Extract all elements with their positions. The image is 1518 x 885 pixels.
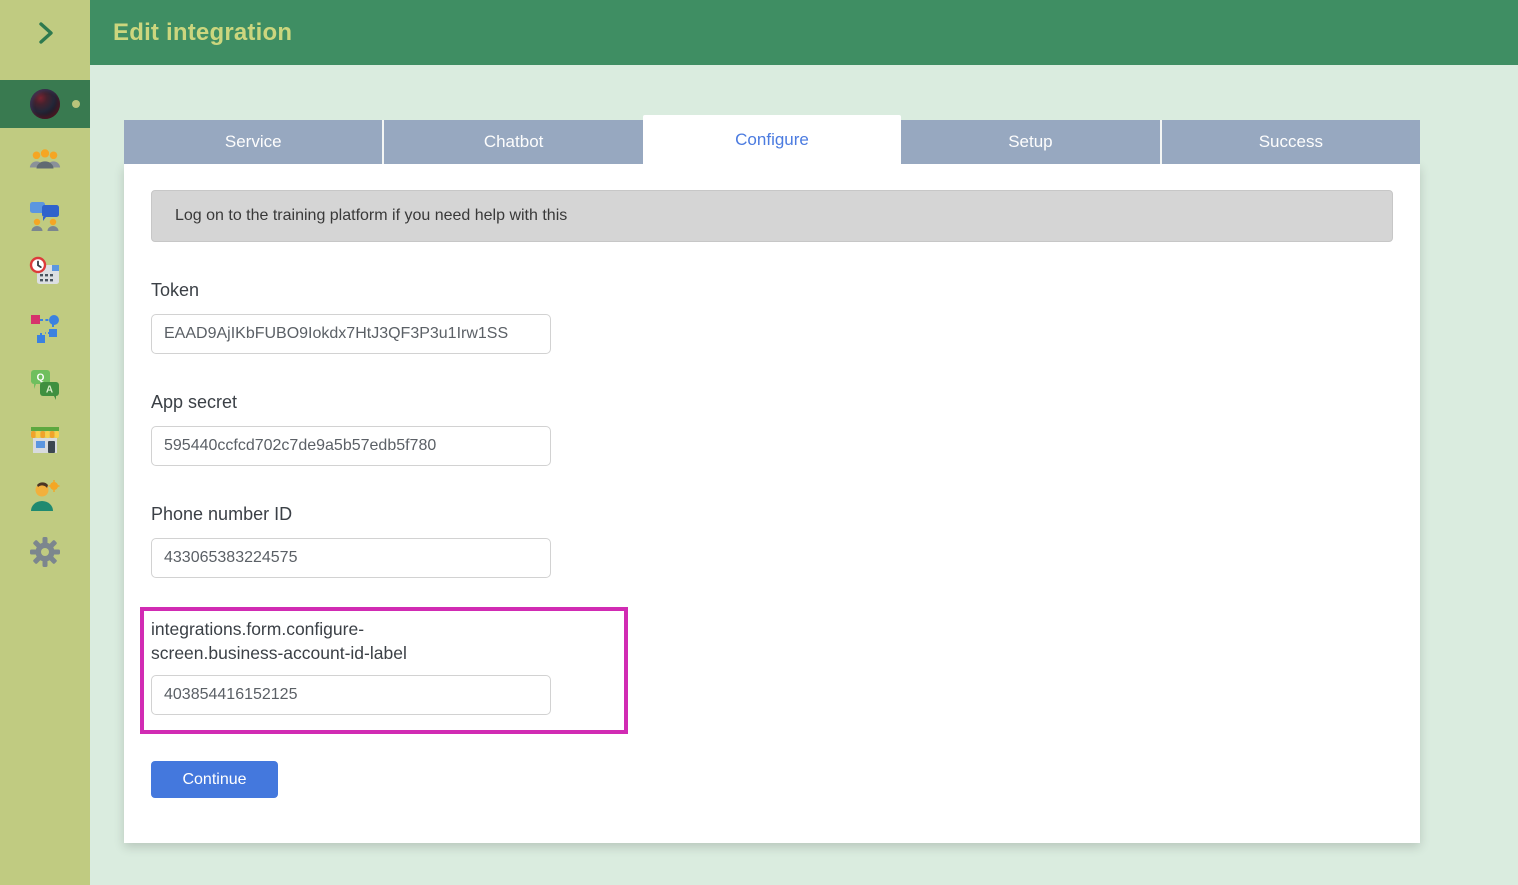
svg-text:A: A <box>46 385 53 396</box>
sidebar-item-schedule[interactable] <box>0 248 90 296</box>
business-account-id-label: integrations.form.configure-screen.busin… <box>151 617 491 665</box>
tab-bar: Service Chatbot Configure Setup Success <box>124 115 1420 164</box>
phone-number-id-label: Phone number ID <box>151 504 1420 525</box>
sidebar-nav: Q A <box>0 65 90 584</box>
qa-chat-icon: Q A <box>28 367 62 401</box>
tab-chatbot[interactable]: Chatbot <box>384 120 644 164</box>
main-area: Edit integration Service Chatbot Configu… <box>90 0 1518 885</box>
user-avatar <box>30 89 60 119</box>
sidebar-item-team[interactable] <box>0 136 90 184</box>
configure-form: Log on to the training platform if you n… <box>124 164 1420 843</box>
app-window: Q A <box>0 0 1518 885</box>
team-icon <box>28 143 62 177</box>
app-secret-field-group: App secret <box>151 392 1420 466</box>
sidebar: Q A <box>0 0 90 885</box>
content-area: Service Chatbot Configure Setup Success … <box>90 65 1518 885</box>
sidebar-item-profile[interactable] <box>0 472 90 520</box>
tab-configure[interactable]: Configure <box>643 115 901 164</box>
token-input[interactable] <box>151 314 551 354</box>
top-bar: Edit integration <box>90 0 1518 65</box>
agent-icon <box>28 479 62 513</box>
phone-number-id-input[interactable] <box>151 538 551 578</box>
integration-panel: Service Chatbot Configure Setup Success … <box>124 115 1420 843</box>
conversations-icon <box>28 199 62 233</box>
workflow-icon <box>28 311 62 345</box>
schedule-icon <box>28 255 62 289</box>
sidebar-item-settings[interactable] <box>0 528 90 576</box>
sidebar-item-store[interactable] <box>0 416 90 464</box>
status-dot <box>72 100 80 108</box>
continue-button[interactable]: Continue <box>151 761 278 798</box>
app-secret-label: App secret <box>151 392 1420 413</box>
sidebar-item-workflow[interactable] <box>0 304 90 352</box>
sidebar-item-conversations[interactable] <box>0 192 90 240</box>
help-notice: Log on to the training platform if you n… <box>151 190 1393 242</box>
store-icon <box>28 423 62 457</box>
token-label: Token <box>151 280 1420 301</box>
sidebar-item-account[interactable] <box>0 80 90 128</box>
svg-text:Q: Q <box>37 373 45 384</box>
tab-setup[interactable]: Setup <box>901 120 1161 164</box>
tab-success[interactable]: Success <box>1162 120 1420 164</box>
token-field-group: Token <box>151 280 1420 354</box>
chevron-right-icon <box>28 16 62 50</box>
sidebar-item-qa[interactable]: Q A <box>0 360 90 408</box>
sidebar-expand-button[interactable] <box>0 0 90 65</box>
business-account-id-highlight-box: integrations.form.configure-screen.busin… <box>140 607 628 734</box>
phone-number-id-field-group: Phone number ID <box>151 504 1420 578</box>
gear-icon <box>28 535 62 569</box>
page-title: Edit integration <box>113 19 292 47</box>
tab-service[interactable]: Service <box>124 120 384 164</box>
business-account-id-input[interactable] <box>151 675 551 715</box>
app-secret-input[interactable] <box>151 426 551 466</box>
